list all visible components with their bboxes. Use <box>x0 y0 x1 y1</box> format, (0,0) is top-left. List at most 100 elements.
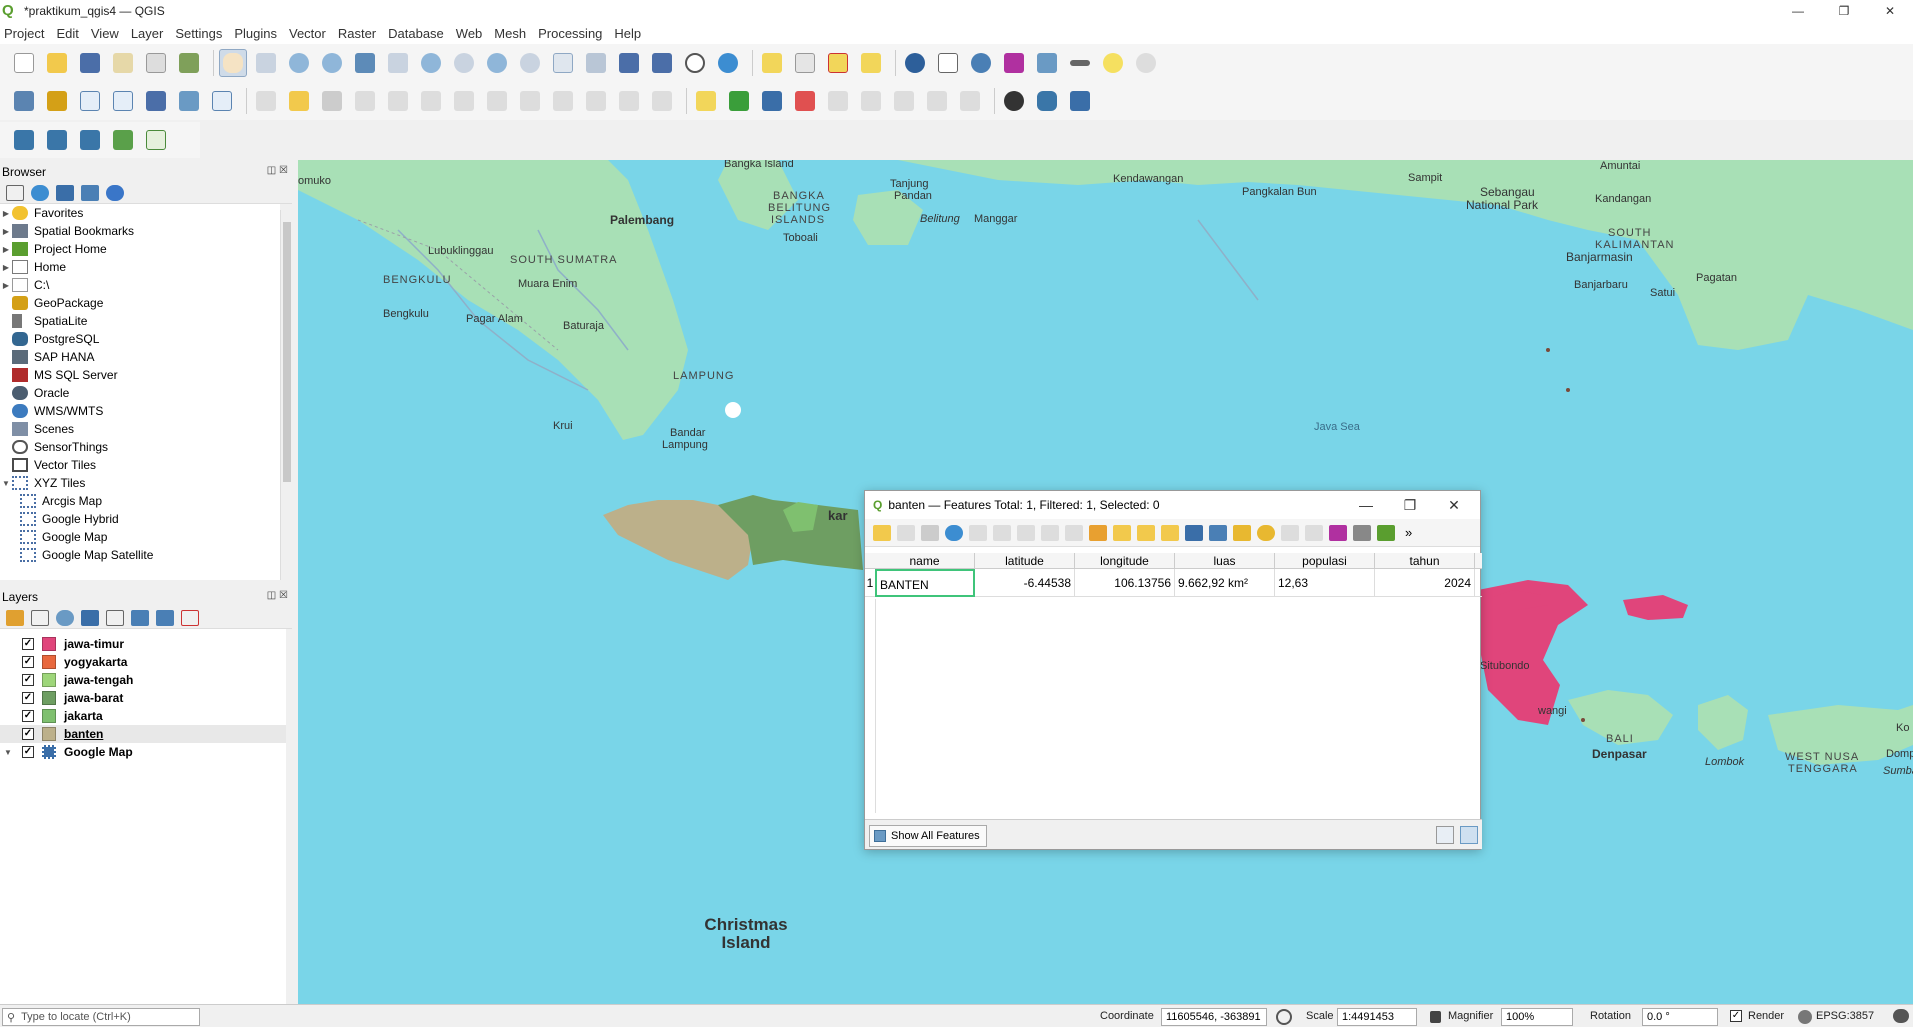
table-view-icon[interactable] <box>1460 826 1478 844</box>
layer-jawa-tengah[interactable]: ✓ jawa-tengah <box>0 671 286 689</box>
show-hide-labels-button[interactable] <box>857 87 885 115</box>
zoom-to-selection-icon[interactable] <box>1257 524 1275 541</box>
layer-visibility-checkbox[interactable]: ✓ <box>22 746 34 758</box>
new-virtual-layer-button[interactable] <box>175 87 203 115</box>
column-header-longitude[interactable]: longitude <box>1075 553 1175 568</box>
browser-item-postgresql[interactable]: PostgreSQL <box>0 330 280 348</box>
cell-longitude[interactable]: 106.13756 <box>1075 568 1175 597</box>
menu-vector[interactable]: Vector <box>289 26 326 41</box>
layer-google-map[interactable]: ▼ ✓ Google Map <box>0 743 286 761</box>
paste-button[interactable] <box>582 87 610 115</box>
select-features-button[interactable] <box>758 49 786 77</box>
cut-button[interactable] <box>516 87 544 115</box>
render-checkbox[interactable]: ✓ <box>1730 1010 1742 1022</box>
zoom-full-button[interactable] <box>351 49 379 77</box>
magnifier-field[interactable]: 100% <box>1501 1008 1573 1026</box>
menu-raster[interactable]: Raster <box>338 26 376 41</box>
filter-icon[interactable] <box>1185 524 1203 541</box>
new-3d-map-button[interactable] <box>582 49 610 77</box>
cell-name[interactable]: BANTEN <box>875 568 975 597</box>
layer-visibility-checkbox[interactable]: ✓ <box>22 728 34 740</box>
deselect-button[interactable] <box>824 49 852 77</box>
browser-item-xyz-tiles[interactable]: ▼ XYZ Tiles <box>0 474 280 492</box>
menu-edit[interactable]: Edit <box>56 26 78 41</box>
browser-item-oracle[interactable]: Oracle <box>0 384 280 402</box>
refresh-icon[interactable] <box>31 184 49 201</box>
move-label-button[interactable] <box>890 87 918 115</box>
pan-to-selection-icon[interactable] <box>1233 524 1251 541</box>
form-view-icon[interactable] <box>1436 826 1454 844</box>
field-calculator-icon[interactable] <box>1329 524 1347 541</box>
zoom-layer-button[interactable] <box>417 49 445 77</box>
menu-project[interactable]: Project <box>4 26 44 41</box>
browser-item-favorites[interactable]: ▶ Favorites <box>0 204 280 222</box>
statistics-button[interactable] <box>1000 49 1028 77</box>
conditional-format-icon[interactable] <box>1353 524 1371 541</box>
dialog-maximize-button[interactable]: ❐ <box>1388 491 1432 519</box>
cell-luas[interactable]: 9.662,92 km² <box>1175 568 1275 597</box>
table-row[interactable]: 1 BANTEN -6.44538 106.13756 9.662,92 km²… <box>865 568 1482 597</box>
maximize-button[interactable]: ❐ <box>1821 0 1867 22</box>
new-geopackage-button[interactable] <box>43 87 71 115</box>
browser-item-spatial-bookmarks[interactable]: ▶ Spatial Bookmarks <box>0 222 280 240</box>
delete-selected-button[interactable] <box>483 87 511 115</box>
globe-plugin-button[interactable] <box>1000 87 1028 115</box>
menu-help[interactable]: Help <box>614 26 641 41</box>
more-tools-icon[interactable]: » <box>1405 525 1423 541</box>
label-toolbar-button[interactable] <box>692 87 720 115</box>
new-map-view-button[interactable] <box>549 49 577 77</box>
dialog-close-button[interactable]: ✕ <box>1432 491 1476 519</box>
data-source-manager-button[interactable] <box>10 87 38 115</box>
add-selected-icon[interactable] <box>6 184 24 201</box>
zoom-out-button[interactable] <box>318 49 346 77</box>
browser-item-vector-tiles[interactable]: Vector Tiles <box>0 456 280 474</box>
rotate-label-button[interactable] <box>923 87 951 115</box>
add-group-icon[interactable] <box>31 609 49 626</box>
help-button[interactable] <box>1066 87 1094 115</box>
close-layers-panel-button[interactable]: ☒ <box>279 590 288 601</box>
diagram-button[interactable] <box>725 87 753 115</box>
layer-jakarta[interactable]: ✓ jakarta <box>0 707 286 725</box>
kmz-export-button[interactable] <box>43 126 71 154</box>
browser-item-geopackage[interactable]: GeoPackage <box>0 294 280 312</box>
zoom-in-button[interactable] <box>285 49 313 77</box>
coordinate-field[interactable]: 11605546, -363891 <box>1161 1008 1267 1026</box>
map-tips-button[interactable] <box>1099 49 1127 77</box>
manage-themes-icon[interactable] <box>56 609 74 626</box>
delete-feature-icon[interactable] <box>993 524 1011 541</box>
save-project-button[interactable] <box>76 49 104 77</box>
rotation-field[interactable]: 0.0 ° <box>1642 1008 1718 1026</box>
xyz-item-google-hybrid[interactable]: Google Hybrid <box>0 510 280 528</box>
move-feature-button[interactable] <box>384 87 412 115</box>
new-shapefile-button[interactable] <box>76 87 104 115</box>
layer-jawa-barat[interactable]: ✓ jawa-barat <box>0 689 286 707</box>
cell-latitude[interactable]: -6.44538 <box>975 568 1075 597</box>
expand-all-icon[interactable] <box>131 609 149 626</box>
reload-icon[interactable] <box>945 524 963 541</box>
float-layers-panel-button[interactable]: ◫ <box>267 590 276 601</box>
dialog-minimize-button[interactable]: — <box>1344 491 1388 519</box>
column-header-luas[interactable]: luas <box>1175 553 1275 568</box>
kml-export-button[interactable] <box>10 126 38 154</box>
layer-visibility-checkbox[interactable]: ✓ <box>22 710 34 722</box>
open-table-button[interactable] <box>1033 49 1061 77</box>
browser-scrollbar[interactable] <box>280 210 292 580</box>
crs-label[interactable]: EPSG:3857 <box>1816 1010 1874 1022</box>
layer-yogyakarta[interactable]: ✓ yogyakarta <box>0 653 286 671</box>
layer-visibility-checkbox[interactable]: ✓ <box>22 638 34 650</box>
digitize-button[interactable] <box>252 87 280 115</box>
zoom-native-button[interactable] <box>450 49 478 77</box>
close-panel-button[interactable]: ☒ <box>279 165 288 176</box>
menu-plugins[interactable]: Plugins <box>234 26 277 41</box>
scale-field[interactable]: 1:4491453 <box>1337 1008 1417 1026</box>
new-print-layout-button[interactable] <box>109 49 137 77</box>
xyz-item-google-map-satellite[interactable]: Google Map Satellite <box>0 546 280 564</box>
cell-populasi[interactable]: 12,63 <box>1275 568 1375 597</box>
cut-icon[interactable] <box>1017 524 1035 541</box>
change-label-button[interactable] <box>956 87 984 115</box>
attribute-table-button[interactable] <box>934 49 962 77</box>
multi-edit-icon[interactable] <box>897 524 915 541</box>
toggle-editing-icon[interactable] <box>873 524 891 541</box>
new-temp-layer-button[interactable] <box>142 87 170 115</box>
add-feature-icon[interactable] <box>969 524 987 541</box>
